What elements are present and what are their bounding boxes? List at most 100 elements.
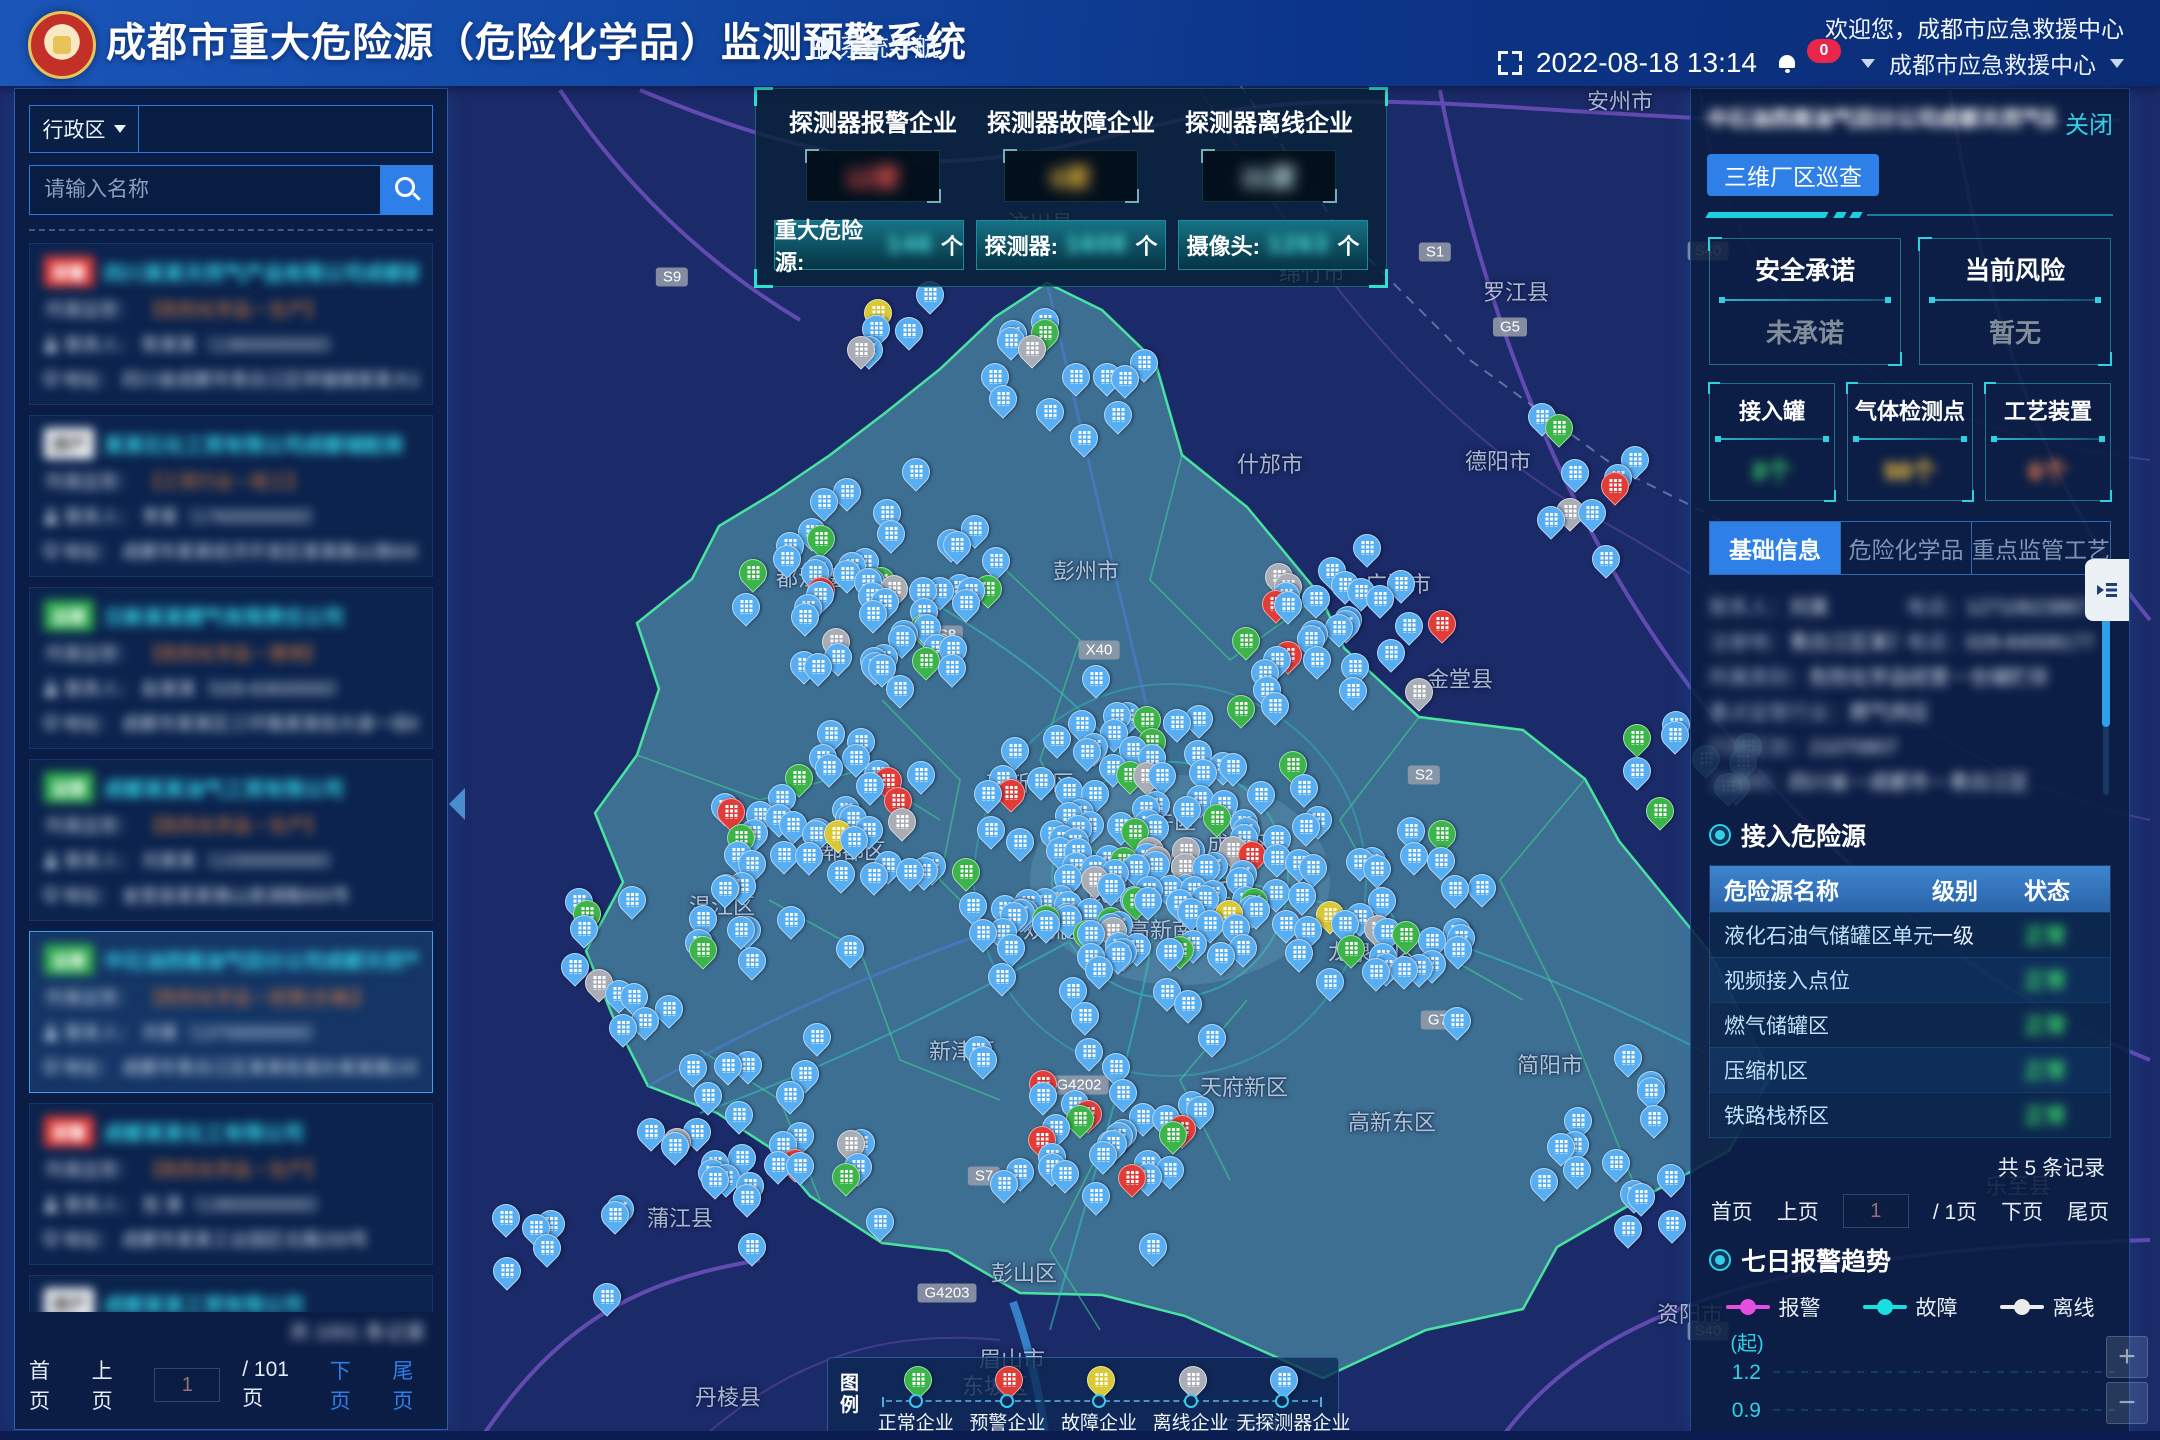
card-address-row: 地址： 成都市青白江区某某街道办某某路100号 (44, 1054, 418, 1080)
3d-tour-button[interactable]: 三维厂区巡查 (1707, 154, 1879, 196)
pagination-last[interactable]: 尾页 (2067, 1196, 2109, 1226)
stat-group: 探测器报警企业12家 (774, 103, 972, 206)
detail-row: 行政区划：21070807 (1709, 731, 2093, 766)
person-icon (44, 336, 58, 352)
card-contact-row: 联系人： 张 某（13800000000） (44, 1191, 418, 1217)
region-filter-dropdown[interactable]: 行政区 (29, 105, 139, 153)
legend-node-icon (909, 1394, 923, 1408)
stat-label: 探测器故障企业 (972, 103, 1170, 138)
detail-label: 注册地： (1709, 632, 1789, 654)
chevron-down-icon[interactable] (2110, 59, 2124, 68)
pagination-first[interactable]: 首页 (1711, 1196, 1753, 1226)
enterprise-card[interactable]: 报警成都某某化工有限公司所属监管：【危险化学品－生产】联系人： 张 某（1380… (29, 1103, 433, 1265)
grid-icon (812, 38, 829, 55)
header-toolbar: 2022-08-18 13:14 0 成都市应急救援中心 (1498, 46, 2124, 80)
detail-label: 重点监管行业： (1709, 702, 1849, 724)
detail-value: 12710623867 (1966, 597, 2088, 619)
search-icon (395, 177, 415, 197)
org-dropdown[interactable]: 成都市应急救援中心 (1889, 46, 2096, 80)
pagination-page-input[interactable] (154, 1368, 220, 1402)
enterprise-card[interactable]: 运营日新某某燃气有限责任公司所属监管：【危险化学品－使用】联系人： 赵某某（02… (29, 587, 433, 749)
stat-value-box: 31家 (1202, 150, 1336, 202)
scrollbar[interactable] (2103, 595, 2109, 795)
search-input[interactable] (29, 165, 381, 215)
table-header-cell: 危险源名称 (1710, 872, 1932, 906)
card-address: 地址： 金堂县某某镇山泉湖路800号 (63, 882, 350, 908)
card-contact: 联系人： 李某（17600000000） (65, 503, 324, 529)
panel-expand-button[interactable] (2085, 559, 2129, 621)
stat-bar-value: 1263 (1268, 231, 1329, 259)
svg-text:1.2: 1.2 (1732, 1361, 1761, 1384)
stat-bar-label: 探测器: (985, 229, 1058, 261)
counter-label: 工艺装置 (1992, 394, 2104, 426)
system-nav-button[interactable]: 系统导航 (812, 28, 939, 64)
pagination-next[interactable]: 下页 (330, 1355, 371, 1415)
legend-label: 离线 (2053, 1292, 2095, 1322)
table-row[interactable]: 铁路栈桥区正常 (1710, 1092, 2110, 1137)
enterprise-card[interactable]: 报警四川某某天然气产品有限公司成都装卸储配站所属监管：【危险化学品－生产】联系人… (29, 243, 433, 405)
table-row[interactable]: 视频接入点位正常 (1710, 957, 2110, 1002)
stat-bar-value: 146 (887, 231, 933, 259)
expand-icon (2096, 579, 2118, 601)
region-filter-value[interactable] (139, 105, 433, 153)
status-badge: 运营 (44, 600, 94, 631)
card-title-row: 停产成都某某工贸有限公司 (44, 1288, 418, 1312)
search-button[interactable] (381, 165, 433, 215)
detail-label: 联系人： (1709, 597, 1789, 619)
detail-value: 危险化学品经营－仓储贮存 (1809, 667, 2049, 689)
pagination-last[interactable]: 尾页 (392, 1355, 433, 1415)
card-supervision-row: 所属监管：【危险化学品－使用】 (44, 640, 418, 666)
pagination-prev[interactable]: 上页 (92, 1355, 133, 1415)
detail-row: 重点监管行业：燃气供应 (1709, 696, 2093, 731)
bell-icon[interactable] (1777, 53, 1799, 73)
status-badge: 报警 (44, 1116, 94, 1147)
hazard-level: 一级 (1932, 920, 2024, 950)
card-title: 成都某某化工有限公司 (104, 1117, 304, 1146)
card-contact-row: 联系人： 李某（17600000000） (44, 503, 418, 529)
hazard-table: 危险源名称级别状态 液化石油气储罐区单元一级正常视频接入点位正常燃气储罐区正常压… (1709, 865, 2111, 1138)
legend-node-icon (1092, 1394, 1106, 1408)
close-button[interactable]: 关闭 (2065, 105, 2113, 140)
hazard-status: 正常 (2024, 1055, 2110, 1085)
detail-label: 电话： (1906, 632, 1966, 654)
card-title: 中石油西南油气田分公司成都天然气储配总库 (104, 945, 418, 974)
chevron-down-icon[interactable] (1861, 59, 1875, 68)
legend-item-离线企业: 离线企业 (1145, 1362, 1237, 1428)
enterprise-card[interactable]: 停产某某石化工贸有限公司成都储配库所属监管：【工贸行业－轻工】联系人： 李某（1… (29, 415, 433, 577)
table-row[interactable]: 压缩机区正常 (1710, 1047, 2110, 1092)
pagination-prev[interactable]: 上页 (1777, 1196, 1819, 1226)
card-supervision-row: 所属监管：【危险化学品－生产】 (44, 812, 418, 838)
location-icon (44, 715, 56, 731)
legend-item-故障: 故障 (1863, 1292, 1958, 1322)
map-zoom-in-button[interactable]: + (2106, 1336, 2148, 1378)
region-filter-row: 行政区 (29, 105, 433, 153)
legend-label: 报警 (1779, 1292, 1821, 1322)
enterprise-card[interactable]: 停产成都某某工贸有限公司所属监管：【危险化学品－仓储】联系人： 徐 某（1300… (29, 1275, 433, 1312)
pagination-first[interactable]: 首页 (29, 1355, 70, 1415)
card-contact: 联系人： 刘某某（13300000000） (65, 847, 342, 873)
tab-基础信息[interactable]: 基础信息 (1710, 522, 1840, 574)
trend-chart: (起)00.30.60.91.28-128-138-148-158-168-17… (1707, 1326, 2113, 1432)
location-icon (44, 887, 56, 903)
enterprise-card[interactable]: 运营中石油西南油气田分公司成都天然气储配总库所属监管：【危险化学品－经营(仓储)… (29, 931, 433, 1093)
counter-value: 6个 (1992, 452, 2104, 488)
stat-bar: 探测器:1608个 (976, 220, 1166, 270)
fullscreen-icon[interactable] (1498, 51, 1522, 75)
counter-value: 98个 (1854, 452, 1966, 488)
enterprise-card[interactable]: 运营成都某某油气工贸有限公司所属监管：【危险化学品－生产】联系人： 刘某某（13… (29, 759, 433, 921)
card-title-row: 运营日新某某燃气有限责任公司 (44, 600, 418, 631)
card-contact-row: 联系人： 陈某某（13800000000） (44, 331, 418, 357)
map-zoom-out-button[interactable]: − (2106, 1382, 2148, 1424)
card-title: 日新某某燃气有限责任公司 (104, 601, 344, 630)
pagination-next[interactable]: 下页 (2001, 1196, 2043, 1226)
pagination-page-input[interactable] (1843, 1194, 1909, 1228)
legend-marker-icon (1726, 1305, 1770, 1309)
tab-危险化学品[interactable]: 危险化学品 (1840, 522, 1971, 574)
stat-bar-label: 重大危险源: (775, 213, 879, 277)
table-row[interactable]: 液化石油气储罐区单元一级正常 (1710, 912, 2110, 957)
detail-value: 刘某 (1789, 597, 1829, 619)
sidebar-collapse-arrow-icon[interactable] (449, 788, 465, 820)
welcome-text: 欢迎您，成都市应急救援中心 (1825, 10, 2124, 44)
table-row[interactable]: 燃气储罐区正常 (1710, 1002, 2110, 1047)
card-title: 某某石化工贸有限公司成都储配库 (104, 429, 404, 458)
